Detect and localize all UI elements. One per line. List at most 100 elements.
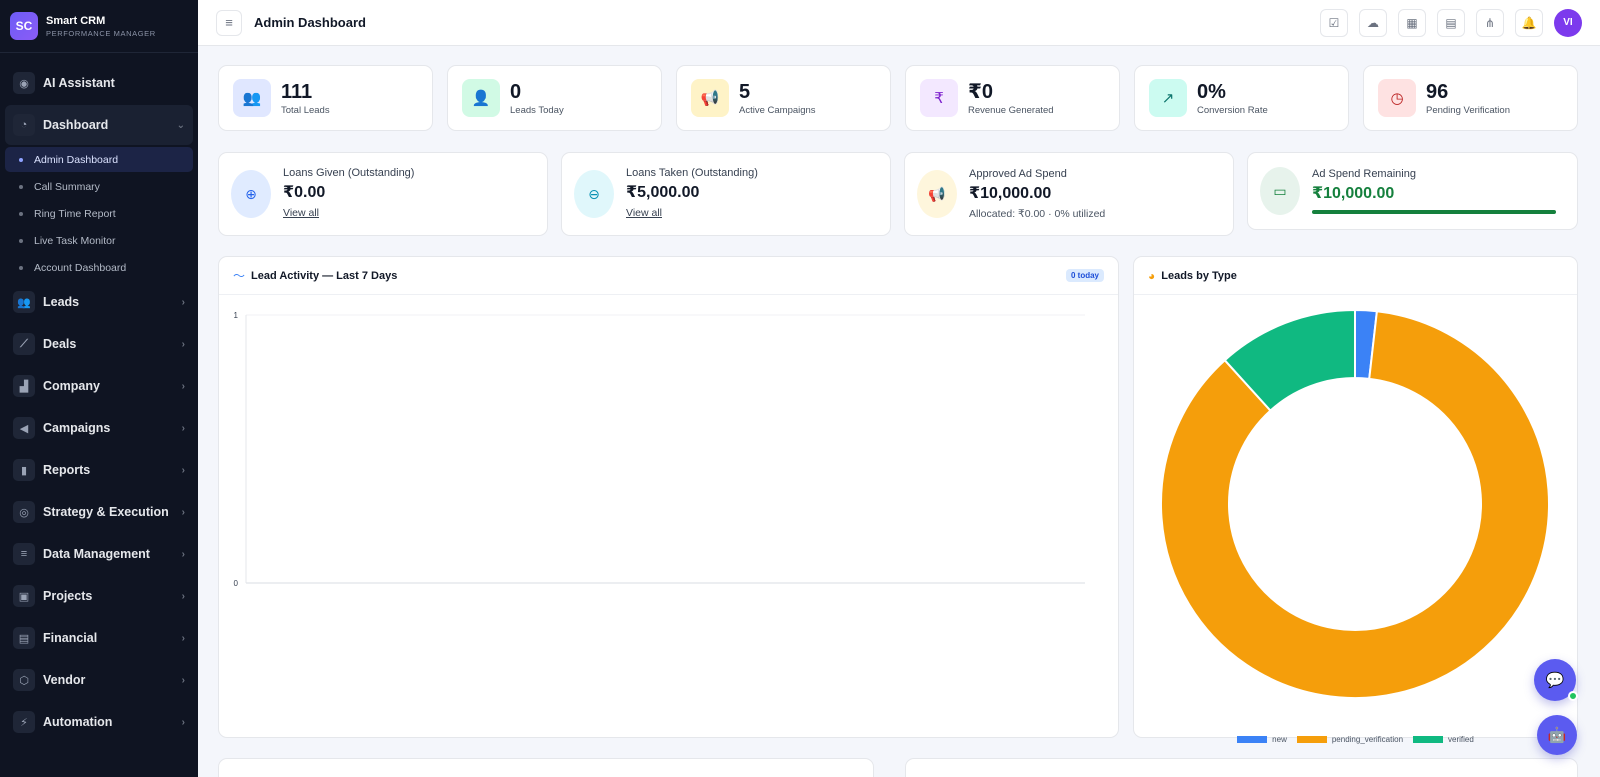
chevron-right-icon: › xyxy=(181,548,185,560)
stat-value: 0% xyxy=(1197,80,1226,103)
leads-by-type-chart-area: new pending_verification verified xyxy=(1134,295,1577,744)
loans-given-card: ⊕ Loans Given (Outstanding) ₹0.00 View a… xyxy=(218,152,548,236)
ad-spend-remaining-card: ▭ Ad Spend Remaining ₹10,000.00 xyxy=(1247,152,1578,230)
megaphone-icon: 📢 xyxy=(691,79,729,117)
chart-line-icon: ⟋ xyxy=(13,333,35,355)
sidebar-item-reports[interactable]: ▮ Reports › xyxy=(5,450,193,490)
dashboard-submenu: Admin Dashboard Call Summary Ring Time R… xyxy=(0,147,198,280)
lead-activity-title: Lead Activity — Last 7 Days xyxy=(251,269,398,282)
stat-card-total-leads[interactable]: 👥 111 Total Leads xyxy=(218,65,433,131)
hamburger-icon: ≡ xyxy=(225,15,233,30)
y-tick-label: 0 xyxy=(234,579,239,588)
legend-item[interactable]: pending_verification xyxy=(1296,735,1404,744)
stat-value: 0 xyxy=(510,80,522,103)
database-icon: ≡ xyxy=(13,543,35,565)
chevron-right-icon: › xyxy=(181,716,185,728)
stat-value: 111 xyxy=(281,80,313,103)
robot-icon: ◉ xyxy=(13,72,35,94)
sidebar-subitem-ring-time-report[interactable]: Ring Time Report xyxy=(5,201,193,226)
wallet-icon: ▭ xyxy=(1260,167,1300,215)
chat-bubble-icon: 💬 xyxy=(1545,672,1565,689)
approved-ad-spend-card: 📢 Approved Ad Spend ₹10,000.00 Allocated… xyxy=(904,152,1234,236)
brand[interactable]: SC Smart CRM PERFORMANCE MANAGER xyxy=(0,0,198,53)
bullet-icon xyxy=(19,265,23,270)
ledger-icon: ▤ xyxy=(13,627,35,649)
box-icon: ⬡ xyxy=(13,669,35,691)
loans-given-view-all-link[interactable]: View all xyxy=(283,207,319,219)
sidebar-item-label: Financial xyxy=(43,631,98,645)
sidebar-item-automation[interactable]: ⚡ Automation › xyxy=(5,702,193,742)
sidebar-subitem-account-dashboard[interactable]: Account Dashboard xyxy=(5,255,193,280)
chevron-right-icon: › xyxy=(181,464,185,476)
legend-label: new xyxy=(1272,735,1287,744)
cloud-button[interactable]: ☁ xyxy=(1359,8,1387,37)
legend-item[interactable]: verified xyxy=(1413,735,1474,744)
legend-swatch xyxy=(1413,736,1444,743)
sidebar-item-projects[interactable]: ▣ Projects › xyxy=(5,576,193,616)
sidebar-item-label: Dashboard xyxy=(43,118,109,132)
bullet-icon xyxy=(19,184,23,189)
sidebar-item-data-management[interactable]: ≡ Data Management › xyxy=(5,534,193,574)
loans-taken-view-all-link[interactable]: View all xyxy=(626,207,662,219)
sidebar-subitem-label: Admin Dashboard xyxy=(34,153,119,166)
stat-card-active-campaigns[interactable]: 📢 5 Active Campaigns xyxy=(676,65,891,131)
stat-label: Pending Verification xyxy=(1426,104,1510,116)
user-avatar[interactable]: VI xyxy=(1554,8,1582,37)
sidebar-subitem-call-summary[interactable]: Call Summary xyxy=(5,174,193,199)
org-chart-button[interactable]: ⋔ xyxy=(1476,8,1504,37)
pie-chart-icon: ◕ xyxy=(1148,268,1156,283)
sidebar-item-dashboard[interactable]: ◔ Dashboard ⌄ xyxy=(5,105,193,145)
sidebar-item-deals[interactable]: ⟋ Deals › xyxy=(5,324,193,364)
clock-icon: ◷ xyxy=(1378,79,1416,117)
sidebar-item-vendor[interactable]: ⬡ Vendor › xyxy=(5,660,193,700)
sidebar-item-financial[interactable]: ▤ Financial › xyxy=(5,618,193,658)
sidebar-item-ai-assistant[interactable]: ◉ AI Assistant xyxy=(5,63,193,103)
stat-card-leads-today[interactable]: 👤 0 Leads Today xyxy=(447,65,662,131)
stat-label: Conversion Rate xyxy=(1197,104,1268,116)
chart-legend: new pending_verification verified xyxy=(1134,735,1577,744)
calendar-button[interactable]: ▦ xyxy=(1398,8,1426,37)
sidebar-item-campaigns[interactable]: ◀ Campaigns › xyxy=(5,408,193,448)
online-status-dot xyxy=(1568,691,1578,701)
sidebar-item-label: Leads xyxy=(43,295,80,309)
users-icon: 👥 xyxy=(13,291,35,313)
sidebar-item-label: AI Assistant xyxy=(43,76,115,90)
loans-taken-value: ₹5,000.00 xyxy=(626,184,700,201)
sidebar-subitem-admin-dashboard[interactable]: Admin Dashboard xyxy=(5,147,193,172)
brand-title: Smart CRM xyxy=(46,14,106,27)
ai-bot-fab-button[interactable]: 🤖 xyxy=(1537,715,1577,755)
sidebar-item-company[interactable]: ▟ Company › xyxy=(5,366,193,406)
users-icon: 👥 xyxy=(233,79,271,117)
legend-swatch xyxy=(1296,736,1327,743)
bar-chart-icon: ▮ xyxy=(13,459,35,481)
pulse-icon: 〜 xyxy=(233,269,246,283)
calendar-icon: ▦ xyxy=(1406,15,1418,30)
notes-button[interactable]: ▤ xyxy=(1437,8,1465,37)
y-tick-label: 1 xyxy=(234,311,239,320)
approved-ad-spend-value: ₹10,000.00 xyxy=(969,185,1052,202)
stat-card-revenue-generated[interactable]: ₹ ₹0 Revenue Generated xyxy=(905,65,1120,131)
megaphone-icon: ◀ xyxy=(13,417,35,439)
menu-toggle-button[interactable]: ≡ xyxy=(216,9,242,36)
page-title: Admin Dashboard xyxy=(254,15,366,30)
stat-card-conversion-rate[interactable]: ↗ 0% Conversion Rate xyxy=(1134,65,1349,131)
notifications-button[interactable]: 🔔 xyxy=(1515,8,1543,37)
project-icon: ▣ xyxy=(13,585,35,607)
legend-item[interactable]: new xyxy=(1237,735,1287,744)
brand-subtitle: PERFORMANCE MANAGER xyxy=(46,28,156,38)
sidebar-nav: ◉ AI Assistant ◔ Dashboard ⌄ Admin Dashb… xyxy=(0,53,198,742)
stat-card-pending-verification[interactable]: ◷ 96 Pending Verification xyxy=(1363,65,1578,131)
chevron-right-icon: › xyxy=(181,296,185,308)
sidebar-item-label: Strategy & Execution xyxy=(43,505,169,519)
legend-label: pending_verification xyxy=(1331,735,1404,744)
sidebar-item-label: Company xyxy=(43,379,100,393)
chevron-right-icon: › xyxy=(181,590,185,602)
user-plus-icon: 👤 xyxy=(462,79,500,117)
tasks-button[interactable]: ☑ xyxy=(1320,8,1348,37)
loans-taken-card: ⊖ Loans Taken (Outstanding) ₹5,000.00 Vi… xyxy=(561,152,891,236)
sidebar-subitem-live-task-monitor[interactable]: Live Task Monitor xyxy=(5,228,193,253)
sidebar-item-strategy-execution[interactable]: ◎ Strategy & Execution › xyxy=(5,492,193,532)
sidebar-item-leads[interactable]: 👥 Leads › xyxy=(5,282,193,322)
stat-label: Active Campaigns xyxy=(739,104,816,116)
sidebar-item-label: Data Management xyxy=(43,547,150,561)
